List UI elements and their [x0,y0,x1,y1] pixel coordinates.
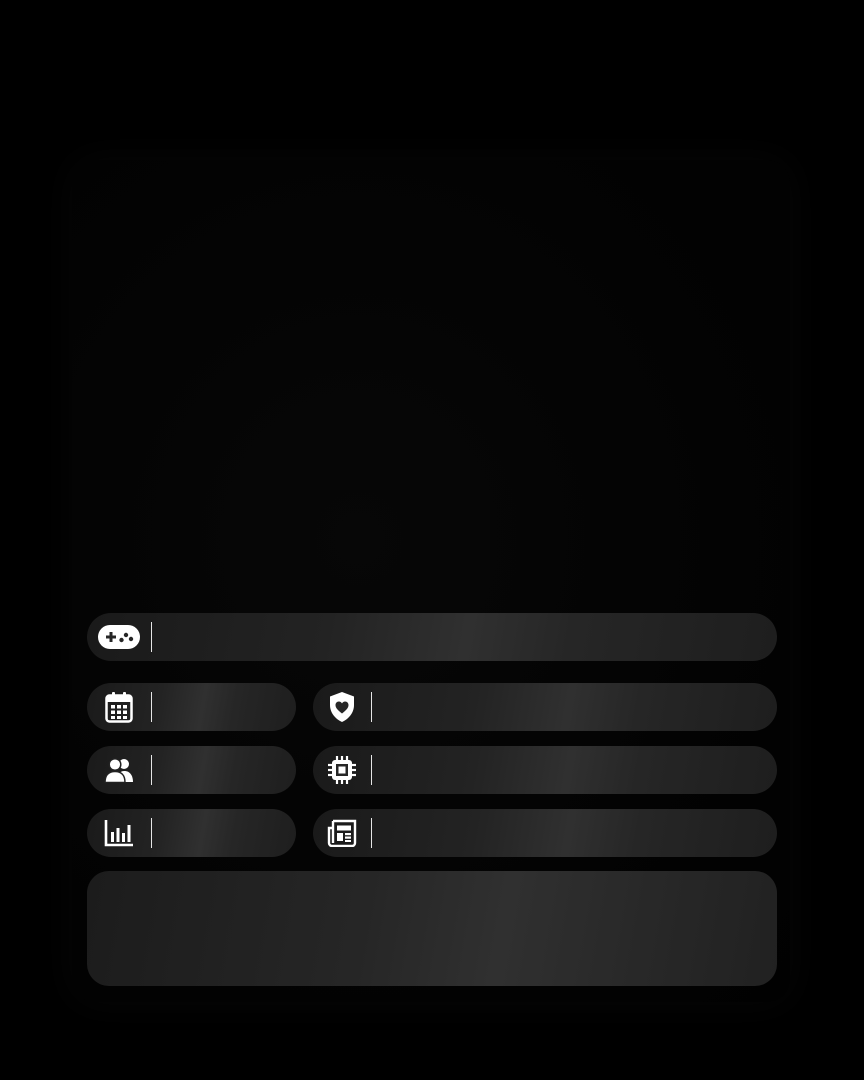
users-icon [87,757,151,783]
games-button[interactable] [87,613,777,661]
separator [151,692,152,722]
tech-button[interactable] [313,746,777,794]
separator [151,755,152,785]
bottom-panel[interactable] [87,871,777,986]
cpu-chip-icon [313,755,371,785]
separator [371,692,372,722]
newspaper-icon [313,819,371,847]
gamepad-icon [87,623,151,651]
calendar-icon [87,691,151,723]
shield-heart-icon [313,691,371,723]
health-button[interactable] [313,683,777,731]
separator [151,622,152,652]
news-button[interactable] [313,809,777,857]
bar-chart-icon [87,819,151,847]
people-button[interactable] [87,746,296,794]
stats-button[interactable] [87,809,296,857]
separator [371,818,372,848]
separator [371,755,372,785]
calendar-button[interactable] [87,683,296,731]
separator [151,818,152,848]
